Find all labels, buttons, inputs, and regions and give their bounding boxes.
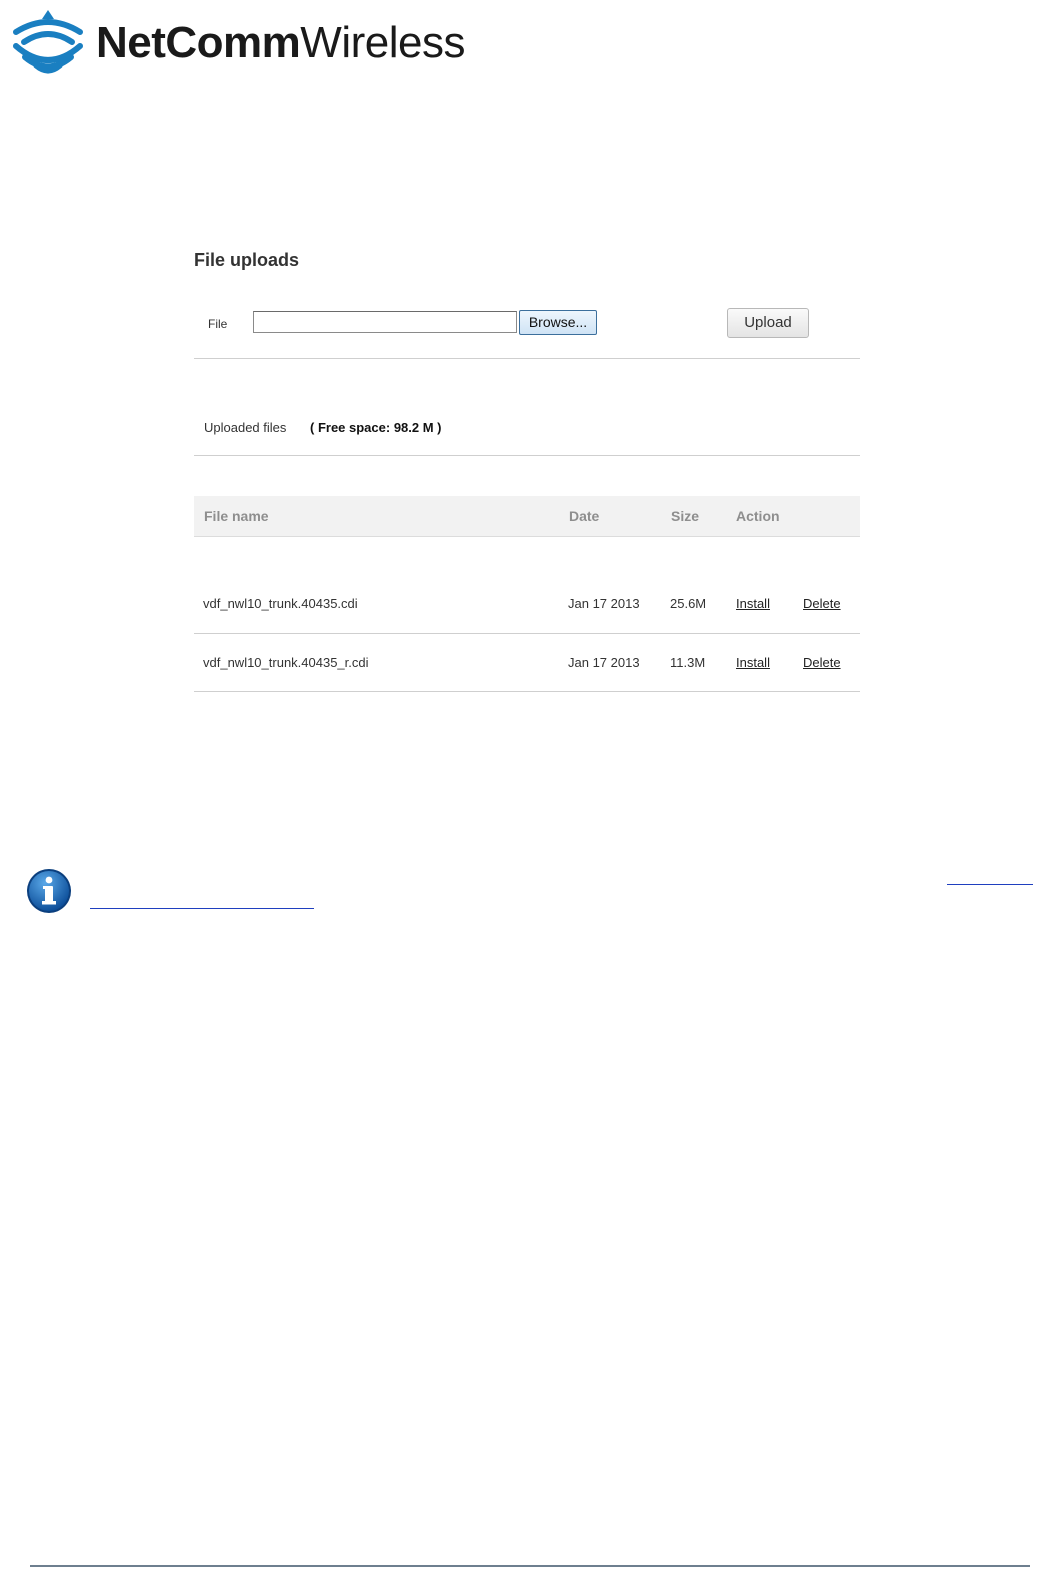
column-header-file-name: File name: [204, 508, 269, 524]
column-header-size: Size: [671, 508, 700, 524]
file-path-input[interactable]: [253, 311, 517, 333]
install-link[interactable]: Install: [736, 596, 770, 611]
upload-button[interactable]: Upload: [727, 308, 809, 338]
footer-divider: [30, 1565, 1030, 1567]
browse-button[interactable]: Browse...: [519, 310, 597, 335]
delete-link[interactable]: Delete: [803, 596, 841, 611]
divider: [194, 455, 860, 456]
note-link-underline[interactable]: [90, 908, 314, 909]
delete-link[interactable]: Delete: [803, 655, 841, 670]
brand-name-regular: Wireless: [300, 18, 465, 67]
size-cell: 11.3M: [670, 655, 706, 670]
brand-name: NetCommWireless: [96, 21, 465, 65]
column-header-action: Action: [736, 508, 780, 524]
divider: [194, 358, 860, 359]
column-header-date: Date: [569, 508, 600, 524]
note-link-underline[interactable]: [947, 884, 1033, 885]
brand-name-bold: NetComm: [96, 18, 301, 67]
file-name-cell: vdf_nwl10_trunk.40435.cdi: [203, 596, 358, 611]
netcomm-logo: NetCommWireless: [12, 8, 465, 78]
info-icon: [27, 869, 71, 913]
table-header: File name Date Size Action: [194, 496, 860, 537]
size-cell: 25.6M: [670, 596, 707, 611]
section-title: File uploads: [194, 250, 300, 270]
free-space-text: ( Free space: 98.2 M ): [310, 420, 442, 435]
install-link[interactable]: Install: [736, 655, 770, 670]
wifi-signal-icon: [13, 10, 83, 74]
file-label: File: [208, 317, 228, 331]
uploaded-files-label: Uploaded files: [204, 420, 287, 435]
date-cell: Jan 17 2013: [568, 655, 640, 670]
divider: [194, 633, 860, 634]
divider: [194, 691, 860, 692]
file-name-cell: vdf_nwl10_trunk.40435_r.cdi: [203, 655, 369, 670]
date-cell: Jan 17 2013: [568, 596, 640, 611]
